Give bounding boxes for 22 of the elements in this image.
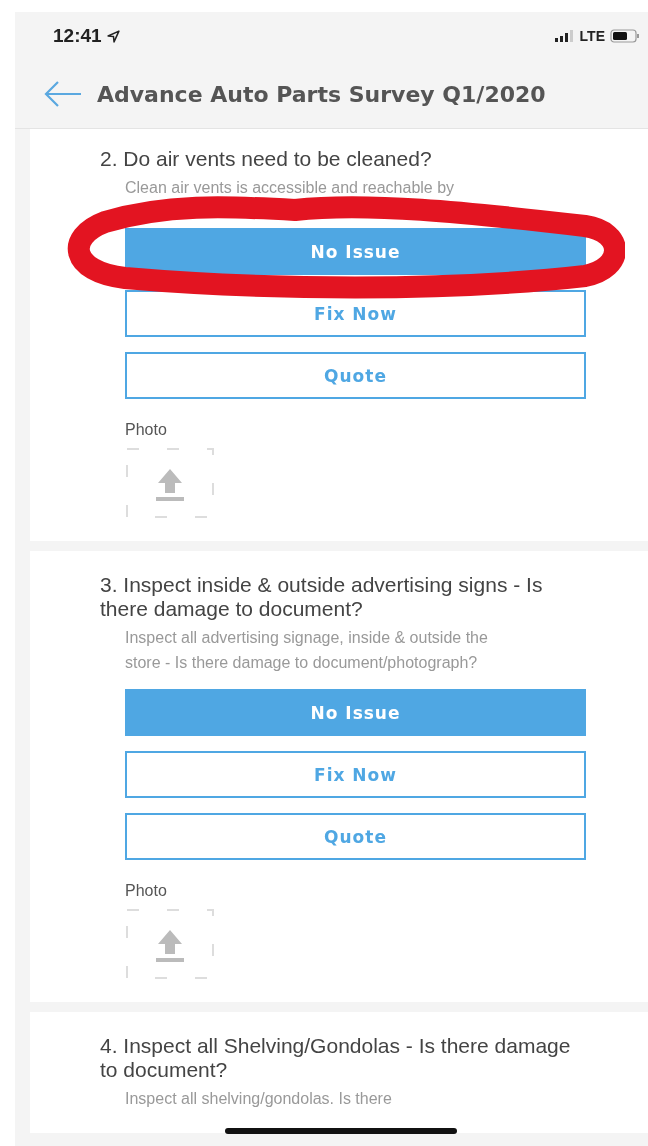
- network-label: LTE: [579, 28, 605, 44]
- question-title: 3. Inspect inside & outside advertising signs - Is there damage to document?: [100, 573, 544, 621]
- photo-label: Photo: [125, 882, 168, 900]
- signal-icon: [554, 30, 575, 42]
- status-time: 12:41: [53, 25, 102, 47]
- battery-icon: [610, 29, 640, 43]
- answer-option[interactable]: No Issue: [125, 689, 586, 736]
- answer-option[interactable]: Fix Now: [125, 751, 586, 798]
- upload-icon[interactable]: [125, 908, 215, 980]
- answer-option[interactable]: Quote: [125, 352, 586, 399]
- back-arrow-icon[interactable]: [43, 79, 83, 109]
- photo-label: Photo: [125, 421, 168, 439]
- question-title: 4. Inspect all Shelving/Gondolas - Is there damage to document?: [100, 1034, 572, 1082]
- header-title: Advance Auto Parts Survey Q1/2020: [97, 81, 546, 107]
- question-description: Inspect all shelving/gondolas. Is there: [124, 1089, 393, 1109]
- question-description: Clean air vents is accessible and reachable by: [124, 178, 456, 198]
- location-arrow-icon: [106, 29, 120, 43]
- question-title: 2. Do air vents need to be cleaned?: [100, 147, 433, 171]
- answer-option[interactable]: Quote: [125, 813, 586, 860]
- answer-option[interactable]: No Issue: [125, 228, 586, 275]
- question-description: Inspect all advertising signage, inside & outside the store - Is there damage to document/photograph?: [124, 628, 489, 673]
- upload-icon[interactable]: [125, 447, 215, 519]
